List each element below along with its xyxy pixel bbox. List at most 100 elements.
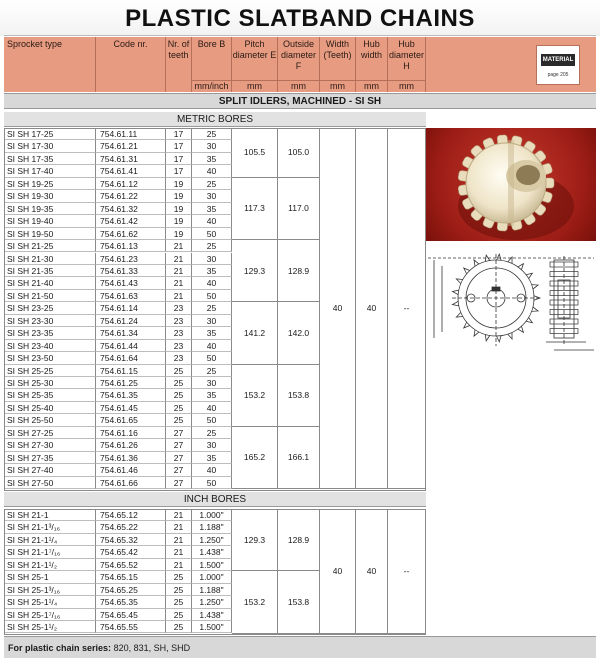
bore-cell: 35	[192, 451, 232, 465]
code-cell: 754.61.43	[96, 277, 166, 290]
code-cell: 754.61.15	[96, 364, 166, 377]
bore-cell: 1.500"	[192, 558, 232, 572]
sprocket-type-cell: SI SH 25-30	[4, 377, 96, 390]
header-teeth: Nr. of teeth	[166, 37, 192, 92]
header-unit: mm	[388, 80, 425, 92]
code-cell: 754.61.32	[96, 202, 166, 216]
bore-cell: 50	[192, 227, 232, 241]
code-cell: 754.65.35	[96, 596, 166, 609]
code-cell: 754.61.63	[96, 289, 166, 303]
sprocket-type-cell: SI SH 21-25	[4, 240, 96, 253]
sprocket-type-cell: SI SH 21-35	[4, 264, 96, 278]
section-title: SPLIT IDLERS, MACHINED - SI SH	[4, 93, 596, 109]
bore-cell: 50	[192, 352, 232, 365]
outside-diameter-cell: 153.8	[278, 571, 320, 634]
title-divider	[4, 35, 596, 36]
sprocket-type-cell: SI SH 27-35	[4, 451, 96, 465]
sprocket-type-cell: SI SH 21-1¹/₄	[4, 533, 96, 547]
inch-bores-label: INCH BORES	[4, 492, 426, 507]
header-width: Width (Teeth) mm	[320, 37, 356, 92]
header-bore: Bore B mm/inch	[192, 37, 232, 92]
code-cell: 754.61.22	[96, 190, 166, 203]
bore-cell: 1.438"	[192, 608, 232, 622]
sprocket-type-cell: SI SH 21-1³/₁₆	[4, 521, 96, 534]
pitch-diameter-cell: 129.3	[232, 509, 278, 572]
pitch-diameter-cell: 105.5	[232, 128, 278, 178]
code-cell: 754.61.66	[96, 476, 166, 490]
teeth-cell: 19	[166, 190, 192, 203]
header-label: Bore B	[197, 39, 226, 49]
bore-cell: 40	[192, 401, 232, 415]
sprocket-type-cell: SI SH 19-50	[4, 227, 96, 241]
footer-label: For plastic chain series:	[8, 643, 112, 653]
teeth-cell: 27	[166, 439, 192, 452]
bore-cell: 25	[192, 177, 232, 191]
bore-cell: 35	[192, 327, 232, 340]
code-cell: 754.61.24	[96, 314, 166, 328]
bore-cell: 40	[192, 464, 232, 477]
teeth-cell: 25	[166, 364, 192, 377]
bore-cell: 1.250"	[192, 596, 232, 609]
teeth-cell: 25	[166, 596, 192, 609]
sprocket-type-cell: SI SH 25-35	[4, 389, 96, 402]
bore-cell: 40	[192, 339, 232, 353]
teeth-cell: 25	[166, 401, 192, 415]
pitch-diameter-cell: 117.3	[232, 177, 278, 241]
sprocket-photo	[426, 128, 596, 241]
outside-diameter-cell: 128.9	[278, 509, 320, 572]
bore-cell: 1.188"	[192, 583, 232, 597]
teeth-cell: 21	[166, 252, 192, 265]
bore-cell: 30	[192, 314, 232, 328]
outside-diameter-cell: 153.8	[278, 364, 320, 427]
header-label: Outside diameter F	[280, 39, 316, 71]
code-cell: 754.61.45	[96, 401, 166, 415]
teeth-cell: 19	[166, 177, 192, 191]
code-cell: 754.61.34	[96, 327, 166, 340]
sprocket-type-cell: SI SH 21-50	[4, 289, 96, 303]
teeth-cell: 27	[166, 476, 192, 490]
sprocket-type-cell: SI SH 25-1⁷/₁₆	[4, 608, 96, 622]
teeth-cell: 25	[166, 608, 192, 622]
code-cell: 754.61.33	[96, 264, 166, 278]
header-unit: mm	[232, 80, 277, 92]
header-label: Hub diameter H	[388, 39, 424, 71]
bore-cell: 50	[192, 289, 232, 303]
teeth-cell: 25	[166, 414, 192, 427]
bore-cell: 25	[192, 364, 232, 377]
sprocket-type-cell: SI SH 25-1	[4, 571, 96, 584]
teeth-cell: 25	[166, 621, 192, 634]
sprocket-type-cell: SI SH 25-50	[4, 414, 96, 427]
header-hub-width: Hub width mm	[356, 37, 388, 92]
bore-cell: 35	[192, 389, 232, 402]
header-label: Sprocket type	[7, 39, 63, 49]
bore-cell: 40	[192, 165, 232, 178]
sprocket-type-cell: SI SH 23-40	[4, 339, 96, 353]
bore-cell: 30	[192, 190, 232, 203]
teeth-cell: 17	[166, 165, 192, 178]
sprocket-type-cell: SI SH 27-30	[4, 439, 96, 452]
code-cell: 754.61.26	[96, 439, 166, 452]
hub-width-cell: 40	[356, 128, 388, 490]
material-label: MATERIAL	[541, 54, 575, 66]
code-cell: 754.61.62	[96, 227, 166, 241]
teeth-cell: 21	[166, 533, 192, 547]
outside-diameter-cell: 117.0	[278, 177, 320, 241]
bore-cell: 50	[192, 414, 232, 427]
sprocket-type-cell: SI SH 25-25	[4, 364, 96, 377]
bore-cell: 1.000"	[192, 571, 232, 584]
header-sprocket-type: Sprocket type	[4, 37, 96, 92]
material-badge: MATERIAL page 205	[536, 45, 580, 85]
sprocket-type-cell: SI SH 19-30	[4, 190, 96, 203]
code-cell: 754.61.14	[96, 302, 166, 315]
code-cell: 754.65.52	[96, 558, 166, 572]
sprocket-type-cell: SI SH 21-1⁷/₁₆	[4, 546, 96, 559]
material-page-ref: page 205	[547, 72, 569, 78]
pitch-diameter-cell: 165.2	[232, 426, 278, 490]
sprocket-type-cell: SI SH 25-1¹/₄	[4, 596, 96, 609]
sprocket-type-cell: SI SH 25-40	[4, 401, 96, 415]
pitch-diameter-cell: 129.3	[232, 240, 278, 303]
teeth-cell: 21	[166, 509, 192, 522]
code-cell: 754.61.25	[96, 377, 166, 390]
teeth-cell: 21	[166, 521, 192, 534]
code-cell: 754.65.25	[96, 583, 166, 597]
